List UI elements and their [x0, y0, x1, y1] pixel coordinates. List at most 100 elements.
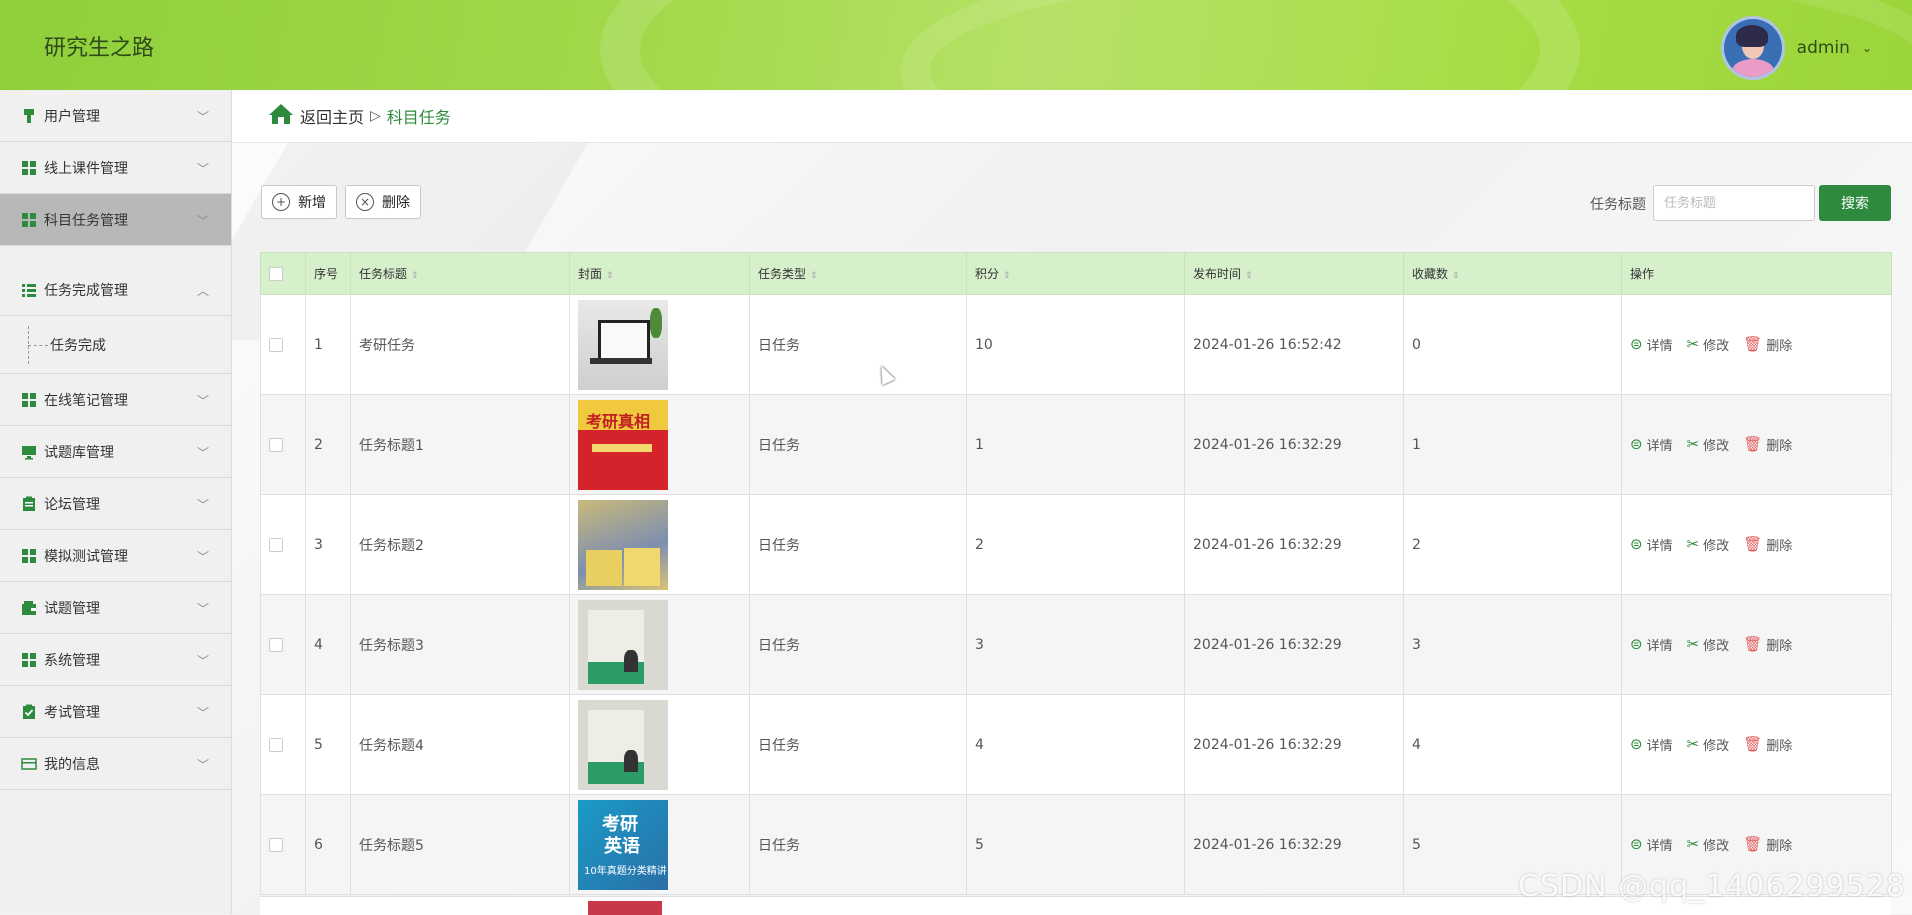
search-input[interactable] — [1653, 185, 1815, 221]
cell-type: 日任务 — [749, 694, 967, 795]
sidebar-item-question-bank-management[interactable]: 试题库管理 ﹀ — [0, 426, 231, 478]
cell-favorites: 1 — [1403, 394, 1622, 495]
clipboard-icon — [20, 495, 38, 513]
detail-button[interactable]: ⊜ 详情 — [1630, 335, 1673, 355]
trash-icon: 🗑 — [1743, 535, 1763, 553]
sidebar: 用户管理 ﹀ 线上课件管理 ﹀ 科目任务管理 ﹀ 任务完成管理 ︿ 任务完成 在… — [0, 90, 232, 914]
row-checkbox[interactable] — [269, 537, 283, 552]
cell-type: 日任务 — [749, 394, 967, 495]
cell-type: 日任务 — [749, 494, 967, 595]
table-row: 4 任务标题3 日任务 3 2024-01-26 16:32:29 3 ⊜ 详情 … — [260, 594, 1892, 695]
row-checkbox[interactable] — [269, 737, 283, 752]
detail-button[interactable]: ⊜ 详情 — [1630, 435, 1673, 455]
cell-points: 5 — [966, 794, 1185, 895]
sidebar-item-notes-management[interactable]: 在线笔记管理 ﹀ — [0, 374, 231, 426]
detail-button[interactable]: ⊜ 详情 — [1630, 535, 1673, 555]
edit-button[interactable]: ✂ 修改 — [1687, 835, 1730, 855]
column-header[interactable]: 任务类型 ⇕ — [749, 252, 967, 295]
delete-row-button[interactable]: 🗑 删除 — [1743, 535, 1792, 555]
sidebar-item-questions-management[interactable]: 试题管理 ﹀ — [0, 582, 231, 634]
column-header[interactable]: 收藏数 ⇕ — [1403, 252, 1622, 295]
sidebar-item-mock-test-management[interactable]: 模拟测试管理 ﹀ — [0, 530, 231, 582]
chat-icon: ⊜ — [1630, 535, 1643, 553]
delete-button[interactable]: × 删除 — [345, 185, 421, 219]
sort-icon[interactable]: ⇕ — [1245, 271, 1253, 281]
watermark: CSDN @qq_1406299528 — [1517, 869, 1906, 904]
cell-title: 任务标题2 — [350, 494, 570, 595]
cell-time: 2024-01-26 16:32:29 — [1184, 694, 1404, 795]
chevron-down-icon: ﹀ — [196, 706, 209, 720]
sidebar-item-task-completion-management[interactable]: 任务完成管理 ︿ — [0, 264, 231, 316]
row-checkbox[interactable] — [269, 837, 283, 852]
cell-points: 10 — [966, 294, 1185, 395]
chat-icon: ⊜ — [1630, 835, 1643, 853]
sidebar-item-forum-management[interactable]: 论坛管理 ﹀ — [0, 478, 231, 530]
sidebar-item-my-info[interactable]: 我的信息 ﹀ — [0, 738, 231, 790]
sort-icon[interactable]: ⇕ — [606, 271, 614, 281]
sidebar-item-label: 模拟测试管理 — [44, 548, 128, 565]
add-button-label: 新增 — [298, 195, 326, 211]
select-all-cell[interactable] — [260, 252, 306, 295]
sidebar-item-subject-task-management[interactable]: 科目任务管理 ﹀ — [0, 194, 231, 246]
sidebar-item-user-management[interactable]: 用户管理 ﹀ — [0, 90, 231, 142]
card-icon — [20, 755, 38, 773]
column-header[interactable]: 积分 ⇕ — [966, 252, 1185, 295]
edit-button[interactable]: ✂ 修改 — [1687, 735, 1730, 755]
sidebar-item-courseware-management[interactable]: 线上课件管理 ﹀ — [0, 142, 231, 194]
sidebar-subitem-task-completion[interactable]: 任务完成 — [0, 316, 231, 374]
row-actions: ⊜ 详情 ✂ 修改 🗑 删除 — [1630, 635, 1883, 655]
cover-image: 考研 英语 10年真题分类精讲 — [578, 799, 668, 890]
delete-row-button[interactable]: 🗑 删除 — [1743, 335, 1792, 355]
cover-image — [578, 299, 668, 390]
breadcrumb-home-link[interactable]: 返回主页 — [300, 104, 364, 128]
cover-image — [588, 901, 662, 915]
sidebar-item-exam-management[interactable]: 考试管理 ﹀ — [0, 686, 231, 738]
cell-points: 2 — [966, 494, 1185, 595]
chevron-down-icon[interactable]: ⌄ — [1862, 41, 1872, 55]
cell-index: 1 — [305, 294, 351, 395]
sort-icon[interactable]: ⇕ — [1003, 271, 1011, 281]
column-header[interactable]: 发布时间 ⇕ — [1184, 252, 1404, 295]
chat-icon: ⊜ — [1630, 635, 1643, 653]
delete-row-button[interactable]: 🗑 删除 — [1743, 735, 1792, 755]
user-name[interactable]: admin — [1797, 38, 1850, 58]
edit-button[interactable]: ✂ 修改 — [1687, 635, 1730, 655]
row-actions: ⊜ 详情 ✂ 修改 🗑 删除 — [1630, 735, 1883, 755]
sidebar-item-label: 试题库管理 — [44, 444, 114, 461]
detail-button[interactable]: ⊜ 详情 — [1630, 835, 1673, 855]
user-menu[interactable]: admin ⌄ — [1720, 16, 1872, 80]
row-checkbox[interactable] — [269, 637, 283, 652]
edit-button[interactable]: ✂ 修改 — [1687, 435, 1730, 455]
avatar[interactable] — [1720, 16, 1785, 80]
search-button[interactable]: 搜索 — [1819, 185, 1891, 221]
column-header[interactable]: 封面 ⇕ — [569, 252, 750, 295]
delete-row-button[interactable]: 🗑 删除 — [1743, 635, 1792, 655]
row-checkbox[interactable] — [269, 337, 283, 352]
home-icon[interactable] — [268, 103, 294, 129]
sort-icon[interactable]: ⇕ — [810, 271, 818, 281]
cell-time: 2024-01-26 16:32:29 — [1184, 794, 1404, 895]
add-button[interactable]: + 新增 — [261, 185, 337, 219]
chevron-down-icon: ﹀ — [196, 602, 209, 616]
trash-icon: 🗑 — [1743, 735, 1763, 753]
sort-icon[interactable]: ⇕ — [411, 271, 419, 281]
delete-row-button[interactable]: 🗑 删除 — [1743, 435, 1792, 455]
edit-button[interactable]: ✂ 修改 — [1687, 335, 1730, 355]
sidebar-item-label: 系统管理 — [44, 652, 100, 669]
detail-button[interactable]: ⊜ 详情 — [1630, 735, 1673, 755]
sort-icon[interactable]: ⇕ — [1452, 271, 1460, 281]
delete-row-button[interactable]: 🗑 删除 — [1743, 835, 1792, 855]
row-checkbox[interactable] — [269, 437, 283, 452]
detail-button[interactable]: ⊜ 详情 — [1630, 635, 1673, 655]
select-all-checkbox[interactable] — [269, 266, 283, 281]
sidebar-item-label: 线上课件管理 — [44, 160, 128, 177]
cell-title: 任务标题4 — [350, 694, 570, 795]
edit-button[interactable]: ✂ 修改 — [1687, 535, 1730, 555]
top-header: 研究生之路 admin ⌄ — [0, 0, 1912, 90]
sidebar-item-label: 任务完成管理 — [44, 282, 128, 299]
breadcrumb: 返回主页 ▷ 科目任务 — [232, 90, 1912, 143]
cell-index: 3 — [305, 494, 351, 595]
column-header[interactable]: 任务标题 ⇕ — [350, 252, 570, 295]
sidebar-item-system-management[interactable]: 系统管理 ﹀ — [0, 634, 231, 686]
